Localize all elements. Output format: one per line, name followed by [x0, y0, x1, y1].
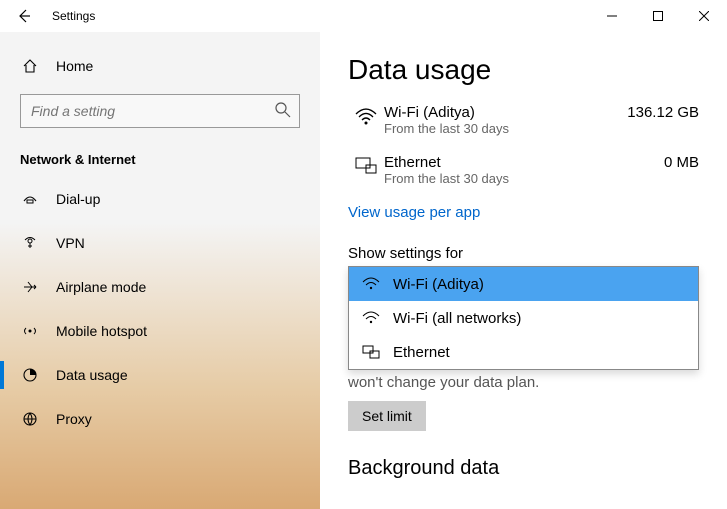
dropdown-item-wifi-aditya[interactable]: Wi-Fi (Aditya) [349, 267, 698, 301]
window-controls [589, 0, 727, 32]
home-icon [20, 58, 40, 74]
back-arrow-icon [16, 8, 32, 24]
minimize-icon [607, 11, 617, 21]
set-limit-button[interactable]: Set limit [348, 401, 426, 431]
usage-sub: From the last 30 days [384, 121, 627, 136]
ethernet-icon [348, 154, 384, 176]
search-wrap [20, 94, 300, 128]
content: Data usage Wi-Fi (Aditya) From the last … [320, 32, 727, 509]
wifi-icon [359, 311, 383, 325]
usage-name: Wi-Fi (Aditya) [384, 104, 627, 121]
show-settings-label: Show settings for [348, 245, 699, 262]
datausage-icon [20, 367, 40, 383]
usage-value: 0 MB [664, 154, 699, 171]
dropdown-item-label: Ethernet [393, 344, 450, 361]
sidebar-item-dialup[interactable]: Dial-up [16, 177, 304, 221]
sidebar-item-datausage[interactable]: Data usage [16, 353, 304, 397]
sidebar-item-label: Data usage [56, 367, 128, 383]
close-button[interactable] [681, 0, 727, 32]
home-label: Home [56, 58, 93, 74]
usage-row-wifi: Wi-Fi (Aditya) From the last 30 days 136… [348, 104, 699, 136]
view-usage-link[interactable]: View usage per app [348, 204, 480, 221]
proxy-icon [20, 411, 40, 427]
titlebar: Settings [0, 0, 727, 32]
maximize-button[interactable] [635, 0, 681, 32]
maximize-icon [653, 11, 663, 21]
vpn-icon [20, 235, 40, 251]
plan-note: won't change your data plan. [348, 374, 699, 391]
sidebar-item-airplane[interactable]: Airplane mode [16, 265, 304, 309]
wifi-icon [348, 104, 384, 126]
close-icon [699, 11, 709, 21]
section-header: Network & Internet [16, 138, 304, 177]
background-data-title: Background data [348, 457, 699, 480]
dropdown-item-ethernet[interactable]: Ethernet [349, 335, 698, 369]
search-input[interactable] [20, 94, 300, 128]
ethernet-icon [359, 345, 383, 359]
wifi-icon [359, 277, 383, 291]
sidebar-item-label: Dial-up [56, 191, 100, 207]
dialup-icon [20, 191, 40, 207]
dropdown-item-label: Wi-Fi (all networks) [393, 310, 521, 327]
airplane-icon [20, 279, 40, 295]
back-button[interactable] [0, 0, 48, 32]
window-title: Settings [48, 9, 95, 23]
usage-row-ethernet: Ethernet From the last 30 days 0 MB [348, 154, 699, 186]
hotspot-icon [20, 323, 40, 339]
sidebar-item-hotspot[interactable]: Mobile hotspot [16, 309, 304, 353]
dropdown-item-wifi-all[interactable]: Wi-Fi (all networks) [349, 301, 698, 335]
usage-sub: From the last 30 days [384, 171, 664, 186]
dropdown-item-label: Wi-Fi (Aditya) [393, 276, 484, 293]
sidebar-item-proxy[interactable]: Proxy [16, 397, 304, 441]
main: Home Network & Internet Dial-up VPN Airp… [0, 32, 727, 509]
minimize-button[interactable] [589, 0, 635, 32]
sidebar-item-label: Proxy [56, 411, 92, 427]
usage-name: Ethernet [384, 154, 664, 171]
sidebar-item-label: VPN [56, 235, 85, 251]
page-title: Data usage [348, 54, 699, 86]
search-icon [274, 101, 292, 119]
sidebar-item-label: Mobile hotspot [56, 323, 147, 339]
show-settings-dropdown[interactable]: Wi-Fi (Aditya) Wi-Fi (all networks) Ethe… [348, 266, 699, 370]
sidebar: Home Network & Internet Dial-up VPN Airp… [0, 32, 320, 509]
sidebar-item-label: Airplane mode [56, 279, 146, 295]
usage-value: 136.12 GB [627, 104, 699, 121]
sidebar-item-vpn[interactable]: VPN [16, 221, 304, 265]
home-nav[interactable]: Home [16, 44, 304, 88]
